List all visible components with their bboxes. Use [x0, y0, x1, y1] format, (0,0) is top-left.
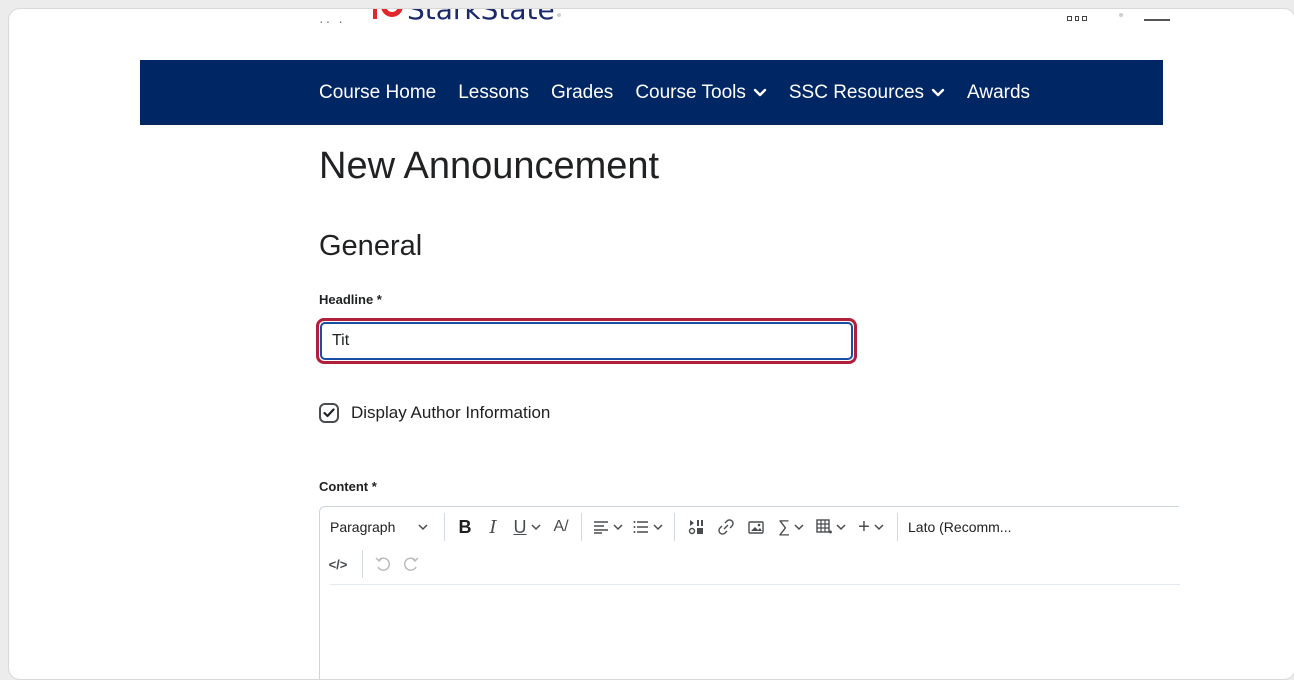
browser-frame: ·· · StarkState Course Home Lessons Grad… — [8, 8, 1294, 680]
table-icon[interactable] — [811, 513, 851, 541]
content-label: Content * — [319, 479, 377, 494]
header-divider — [1144, 19, 1170, 21]
block-format-select[interactable]: Paragraph — [320, 513, 438, 541]
logo-bar — [373, 9, 377, 19]
editor-toolbar-row-1: Paragraph B I U A/ ∑ + Lato (Recomm... — [320, 507, 1024, 547]
font-family-select[interactable]: Lato (Recomm... — [904, 513, 1024, 541]
waffle-menu-icon[interactable] — [1067, 9, 1088, 21]
nav-course-home[interactable]: Course Home — [319, 82, 436, 104]
italic-icon[interactable]: I — [479, 513, 507, 541]
header-nav-dots: ·· · — [319, 13, 345, 29]
source-code-icon[interactable]: </> — [320, 550, 356, 578]
chevron-down-icon — [753, 88, 767, 96]
chevron-down-icon — [931, 88, 945, 96]
logo-mark-icon — [381, 9, 403, 17]
align-icon[interactable] — [588, 513, 628, 541]
equation-icon[interactable]: ∑ — [771, 513, 811, 541]
editor-toolbar-row-2: </> — [320, 544, 425, 584]
display-author-row[interactable]: Display Author Information — [319, 403, 550, 423]
toolbar-separator — [362, 550, 363, 578]
headline-label: Headline * — [319, 292, 382, 307]
chevron-down-icon — [418, 523, 428, 530]
text-color-icon[interactable]: A/ — [547, 513, 575, 541]
display-author-checkbox[interactable] — [319, 403, 339, 423]
image-icon[interactable] — [741, 513, 771, 541]
more-insert-icon[interactable]: + — [851, 513, 891, 541]
nav-awards[interactable]: Awards — [967, 82, 1030, 104]
toolbar-separator — [581, 513, 582, 541]
toolbar-separator — [674, 513, 675, 541]
header-dot — [557, 13, 561, 17]
nav-course-tools[interactable]: Course Tools — [635, 82, 767, 104]
section-title-general: General — [319, 230, 423, 262]
page-title: New Announcement — [319, 145, 660, 187]
header-dot — [1119, 13, 1123, 17]
nav-ssc-resources[interactable]: SSC Resources — [789, 82, 945, 104]
toolbar-separator — [444, 513, 445, 541]
nav-grades[interactable]: Grades — [551, 82, 613, 104]
undo-icon[interactable] — [369, 550, 397, 578]
nav-lessons[interactable]: Lessons — [458, 82, 529, 104]
link-icon[interactable] — [711, 513, 741, 541]
course-navbar: Course Home Lessons Grades Course Tools … — [140, 60, 1163, 125]
insert-stuff-icon[interactable] — [681, 513, 711, 541]
underline-icon[interactable]: U — [507, 513, 547, 541]
headline-input[interactable] — [320, 322, 853, 360]
display-author-label: Display Author Information — [351, 403, 551, 422]
top-header: ·· · StarkState — [9, 9, 1294, 61]
content-editor: Paragraph B I U A/ ∑ + Lato (Recomm... <… — [319, 506, 1180, 679]
checkmark-icon — [323, 408, 335, 418]
redo-icon[interactable] — [397, 550, 425, 578]
bold-icon[interactable]: B — [451, 513, 479, 541]
toolbar-separator — [897, 513, 898, 541]
stark-state-logo[interactable]: StarkState — [407, 9, 555, 26]
headline-focus-ring — [316, 318, 857, 364]
editor-toolbar-divider — [330, 584, 1180, 585]
list-icon[interactable] — [628, 513, 668, 541]
